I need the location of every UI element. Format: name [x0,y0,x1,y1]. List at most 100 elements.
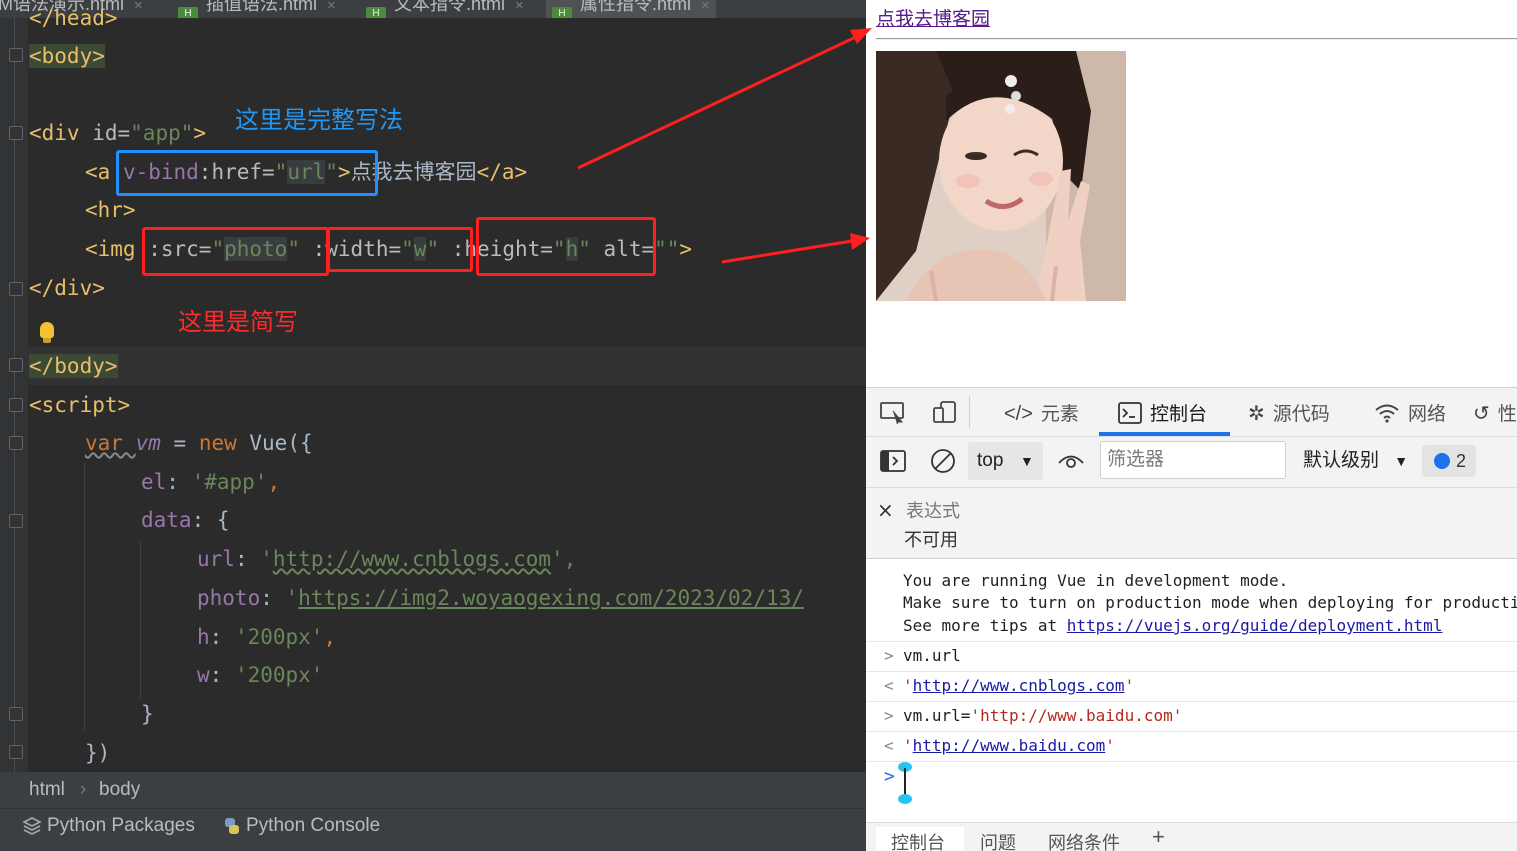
python-packages-button[interactable]: Python Packages [47,809,195,843]
drawer-tab-network-conditions[interactable]: 网络条件 [1048,829,1120,851]
code-line[interactable]: url: 'http://www.cnblogs.com', [197,547,576,571]
eye-icon[interactable] [1057,450,1085,476]
editor-tab[interactable]: H 文本指令.html × [366,0,524,18]
console-message: You are running Vue in development mode.… [866,559,1517,642]
log-level-dropdown[interactable]: 默认级别 ▼ [1303,442,1408,480]
add-tab-button[interactable]: + [1152,824,1165,850]
close-icon[interactable]: × [327,0,336,14]
tool-window-bar: Python Packages Python Console [0,808,866,851]
tab-sources[interactable]: ✲ 源代码 [1248,388,1330,436]
fold-marker[interactable] [9,514,23,528]
blog-link[interactable]: 点我去博客园 [876,4,990,31]
code-line[interactable]: w: '200px' [197,663,323,687]
issues-badge[interactable]: 2 [1422,445,1476,477]
console-output: You are running Vue in development mode.… [866,559,1517,821]
editor-tab-active[interactable]: H 属性指令.html × [546,0,716,18]
console-filter-input[interactable] [1100,441,1286,479]
code-line[interactable]: var vm = new Vue({ [85,431,313,455]
html-file-icon: H [552,7,572,18]
bug-icon: ✲ [1248,403,1265,425]
drawer-tab-console[interactable]: 控制台 [891,829,945,851]
full-syntax-highlight-box [116,150,378,196]
inspect-icon[interactable] [880,402,906,428]
fold-marker[interactable] [9,745,23,759]
python-console-button[interactable]: Python Console [246,809,380,843]
fold-marker[interactable] [9,282,23,296]
python-icon [222,809,242,843]
short-syntax-highlight-box [327,227,473,272]
lightbulb-icon[interactable] [40,322,54,338]
breadcrumb-item[interactable]: html [29,772,65,808]
tab-performance[interactable]: ↺ 性 [1473,388,1517,436]
chevron-right-icon: › [80,779,87,800]
deployment-link[interactable]: https://vuejs.org/guide/deployment.html [1067,616,1443,635]
context-select[interactable]: top ▼ [968,442,1043,480]
annotation-short-syntax: 这里是简写 [178,309,298,336]
layers-icon [22,809,42,843]
close-icon[interactable]: × [134,0,143,14]
fold-marker[interactable] [9,707,23,721]
text-caret-handle-bottom [898,794,912,804]
clear-console-icon[interactable] [930,448,956,478]
lightbulb-base [43,338,51,343]
fold-marker[interactable] [9,126,23,140]
chevron-down-icon: ▼ [1394,453,1409,469]
live-expression: × 表达式 不可用 [866,488,1517,559]
drawer-tab-issues[interactable]: 问题 [980,829,1016,851]
live-expression-value: 不可用 [904,530,958,550]
console-input-row: > vm.url [866,642,1517,672]
short-syntax-highlight-box [142,227,329,276]
live-expression-title[interactable]: 表达式 [906,497,960,523]
console-toolbar: top ▼ 默认级别 ▼ 2 [866,437,1517,488]
editor-tab-bar: M语法演示.html × H 插值语法.html × H 文本指令.html × H 属性指… [0,0,866,18]
code-line[interactable]: h: '200px', [197,625,336,649]
code-line[interactable]: </head> [29,6,118,30]
current-line-highlight [28,347,866,385]
console-result-row: < 'http://www.cnblogs.com' [866,672,1517,702]
fold-marker[interactable] [9,48,23,62]
profile-photo [876,51,1126,301]
code-line[interactable]: <body> [29,44,105,68]
tab-network[interactable]: 网络 [1374,388,1446,436]
console-prompt[interactable]: > [866,762,1517,820]
code-line[interactable]: } [141,702,154,726]
code-editor: M语法演示.html × H 插值语法.html × H 文本指令.html × H 属性指… [0,0,866,851]
devtools-tab-bar: </> 元素 控制台 ✲ 源代码 网络 ↺ 性 [866,388,1517,437]
code-line[interactable]: el: '#app', [141,470,280,494]
close-icon[interactable]: × [701,0,710,14]
code-line[interactable]: <div id="app"> [29,121,206,145]
code-line[interactable]: photo: 'https://img2.woyaogexing.com/202… [197,586,804,610]
close-icon[interactable]: × [515,0,524,14]
active-tab-indicator [1099,432,1230,436]
code-line[interactable]: <script> [29,393,130,417]
code-line[interactable]: <hr> [85,198,136,222]
tab-elements[interactable]: </> 元素 [1004,388,1079,436]
devtools-panel: </>元素 控制台 ✲源代码 网络 ↺性 top ▼ 默认级别 [866,387,1517,851]
code-line[interactable]: data: { [141,508,230,532]
result-link[interactable]: http://www.cnblogs.com [913,676,1125,695]
horizontal-rule [876,38,1517,40]
browser-pane: 点我去博客园 </> 元素 控制台 ✲ 源代码 网络 ↺ 性 top ▼ 筛选器… [866,0,1517,851]
code-line[interactable]: }) [85,741,110,765]
device-toolbar-icon[interactable] [932,400,958,430]
sidebar-toggle-icon[interactable] [880,450,906,476]
fold-marker[interactable] [9,436,23,450]
code-brackets-icon: </> [1004,403,1033,425]
console-input-row: > vm.url='http://www.baidu.com' [866,702,1517,732]
result-link[interactable]: http://www.baidu.com [913,736,1106,755]
toolbar-divider [969,396,970,428]
breadcrumb-item[interactable]: body [99,772,140,808]
wifi-icon [1374,388,1400,440]
fold-marker[interactable] [9,398,23,412]
html-file-icon: H [366,7,386,18]
editor-tab[interactable]: H 插值语法.html × [178,0,336,18]
prompt-chevron-icon: > [884,766,895,787]
short-syntax-highlight-box [476,217,656,276]
code-line[interactable]: </body> [29,354,118,378]
indent-guide [84,462,85,732]
fold-marker[interactable] [9,358,23,372]
tab-console[interactable]: 控制台 [1118,388,1207,436]
close-icon[interactable]: × [877,498,894,522]
performance-icon: ↺ [1473,403,1490,425]
code-line[interactable]: </div> [29,276,105,300]
